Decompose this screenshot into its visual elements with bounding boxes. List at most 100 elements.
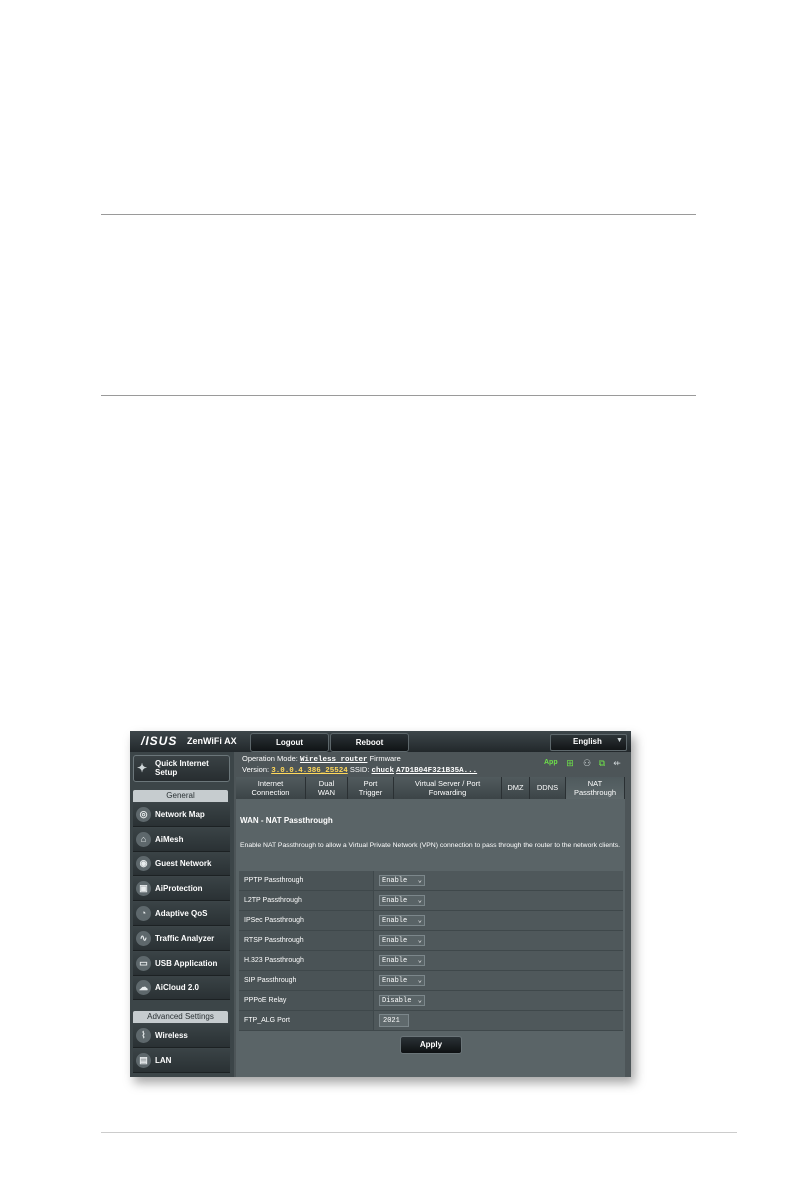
tab-dual-wan[interactable]: Dual WAN <box>306 777 348 799</box>
chevron-down-icon: ⌄ <box>417 957 422 965</box>
adaptive-qos-icon: ◔ <box>136 906 151 921</box>
notification-icon[interactable]: ⧉ <box>597 758 607 768</box>
table-row: FTP_ALG Port 2021 <box>239 1011 623 1031</box>
nav-label: AiCloud 2.0 <box>155 983 200 992</box>
tab-ddns[interactable]: DDNS <box>530 777 566 799</box>
tab-label: WAN <box>317 788 336 797</box>
tab-label: NAT <box>587 779 603 788</box>
ipsec-select[interactable]: Enable ⌄ <box>379 915 425 926</box>
guest-network-icon: ◉ <box>136 856 151 871</box>
op-mode-label: Operation Mode: <box>242 754 298 763</box>
nav-label: Network Map <box>155 810 205 819</box>
table-row: IPSec Passthrough Enable ⌄ <box>239 911 623 931</box>
l2tp-select[interactable]: Enable ⌄ <box>379 895 425 906</box>
reboot-button[interactable]: Reboot <box>330 733 409 752</box>
pptp-select[interactable]: Enable ⌄ <box>379 875 425 886</box>
ssid-link[interactable]: chuck <box>372 767 395 775</box>
top-bar: /ISUS ZenWiFi AX Logout Reboot English ▼ <box>130 731 631 752</box>
nav-lan[interactable]: ▤ LAN <box>133 1049 230 1073</box>
l2tp-label: L2TP Passthrough <box>239 891 374 910</box>
nav-label: Traffic Analyzer <box>155 934 215 943</box>
page-title: WAN - NAT Passthrough <box>240 816 333 825</box>
tab-label: Dual <box>318 779 335 788</box>
select-value: Enable <box>382 977 408 985</box>
tab-label: DDNS <box>536 783 559 792</box>
nat-passthrough-panel: WAN - NAT Passthrough Enable NAT Passthr… <box>236 799 625 1077</box>
nav-aicloud[interactable]: ☁ AiCloud 2.0 <box>133 976 230 1000</box>
app-label[interactable]: App <box>544 759 558 766</box>
model-name: ZenWiFi AX <box>187 736 237 746</box>
rtsp-select[interactable]: Enable ⌄ <box>379 935 425 946</box>
footer-divider <box>101 1132 737 1133</box>
language-select[interactable]: English ▼ <box>550 734 627 751</box>
ftp-alg-port-input[interactable]: 2021 <box>379 1014 409 1027</box>
table-row: SIP Passthrough Enable ⌄ <box>239 971 623 991</box>
tab-virtual-server[interactable]: Virtual Server / Port Forwarding <box>394 777 502 799</box>
nav-wireless[interactable]: ⌇ Wireless <box>133 1024 230 1048</box>
chevron-down-icon: ⌄ <box>417 917 422 925</box>
logout-button[interactable]: Logout <box>250 733 329 752</box>
nav-network-map[interactable]: ◎ Network Map <box>133 803 230 827</box>
quick-internet-setup-button[interactable]: ✦ Quick Internet Setup <box>133 755 230 782</box>
wand-icon: ✦ <box>137 761 148 775</box>
op-mode-link[interactable]: Wireless router <box>300 756 368 764</box>
table-row: PPTP Passthrough Enable ⌄ <box>239 871 623 891</box>
nav-traffic-analyzer[interactable]: ∿ Traffic Analyzer <box>133 927 230 951</box>
tab-label: Trigger <box>358 788 383 797</box>
sidebar: ✦ Quick Internet Setup General ◎ Network… <box>130 752 234 1077</box>
nav-usb-application[interactable]: ▭ USB Application <box>133 952 230 976</box>
nav-aimesh[interactable]: ⌂ AiMesh <box>133 828 230 852</box>
h323-select[interactable]: Enable ⌄ <box>379 955 425 966</box>
aimesh-icon: ⌂ <box>136 832 151 847</box>
nav-label: USB Application <box>155 959 218 968</box>
select-value: Enable <box>382 897 408 905</box>
nav-aiprotection[interactable]: ▣ AiProtection <box>133 877 230 901</box>
ftp-alg-label: FTP_ALG Port <box>239 1011 374 1030</box>
chevron-down-icon: ⌄ <box>417 937 422 945</box>
advanced-settings-header: Advanced Settings <box>133 1011 228 1023</box>
nav-label: LAN <box>155 1056 172 1065</box>
sip-select[interactable]: Enable ⌄ <box>379 975 425 986</box>
network-map-icon: ◎ <box>136 807 151 822</box>
tab-label: DMZ <box>507 783 524 792</box>
ssid-label: SSID: <box>349 765 370 774</box>
ssid-extra[interactable]: A7D1B04F321B35A... <box>396 767 477 775</box>
top-divider <box>101 214 696 215</box>
tab-label: Port <box>363 779 378 788</box>
tab-label: Internet <box>257 779 284 788</box>
client-status-icon[interactable]: ⚇ <box>582 758 592 768</box>
ipsec-label: IPSec Passthrough <box>239 911 374 930</box>
pptp-label: PPTP Passthrough <box>239 871 374 890</box>
usb-status-icon[interactable]: ⇷ <box>612 758 622 768</box>
select-value: Enable <box>382 937 408 945</box>
lan-icon: ▤ <box>136 1053 151 1068</box>
internet-status-icon[interactable]: ⊞ <box>565 758 575 768</box>
router-screenshot: /ISUS ZenWiFi AX Logout Reboot English ▼… <box>130 731 631 1077</box>
language-value: English <box>573 737 602 746</box>
select-value: Enable <box>382 957 408 965</box>
nav-label: AiProtection <box>155 884 203 893</box>
nav-label: Adaptive QoS <box>155 909 208 918</box>
tab-nat-passthrough[interactable]: NAT Passthrough <box>566 777 625 799</box>
rtsp-label: RTSP Passthrough <box>239 931 374 950</box>
chevron-down-icon: ⌄ <box>417 877 422 885</box>
select-value: Enable <box>382 917 408 925</box>
apply-button[interactable]: Apply <box>400 1036 462 1054</box>
tab-label: Passthrough <box>573 788 617 797</box>
version-link[interactable]: 3.0.0.4.386_25524 <box>271 767 348 775</box>
tab-internet-connection[interactable]: Internet Connection <box>236 777 306 799</box>
status-info: Operation Mode: Wireless router Firmware… <box>242 754 477 776</box>
table-row: PPPoE Relay Disable ⌄ <box>239 991 623 1011</box>
usb-application-icon: ▭ <box>136 956 151 971</box>
version-label: Version: <box>242 765 270 774</box>
nav-adaptive-qos[interactable]: ◔ Adaptive QoS <box>133 902 230 926</box>
pppoe-relay-select[interactable]: Disable ⌄ <box>379 995 425 1006</box>
chevron-down-icon: ⌄ <box>417 977 422 985</box>
firmware-label: Firmware <box>369 754 401 763</box>
status-line-2: Version: 3.0.0.4.386_25524 SSID: chuck A… <box>242 765 477 776</box>
nav-label: AiMesh <box>155 835 184 844</box>
chevron-down-icon: ▼ <box>616 737 623 744</box>
tab-port-trigger[interactable]: Port Trigger <box>348 777 394 799</box>
nav-guest-network[interactable]: ◉ Guest Network <box>133 852 230 876</box>
tab-dmz[interactable]: DMZ <box>502 777 530 799</box>
